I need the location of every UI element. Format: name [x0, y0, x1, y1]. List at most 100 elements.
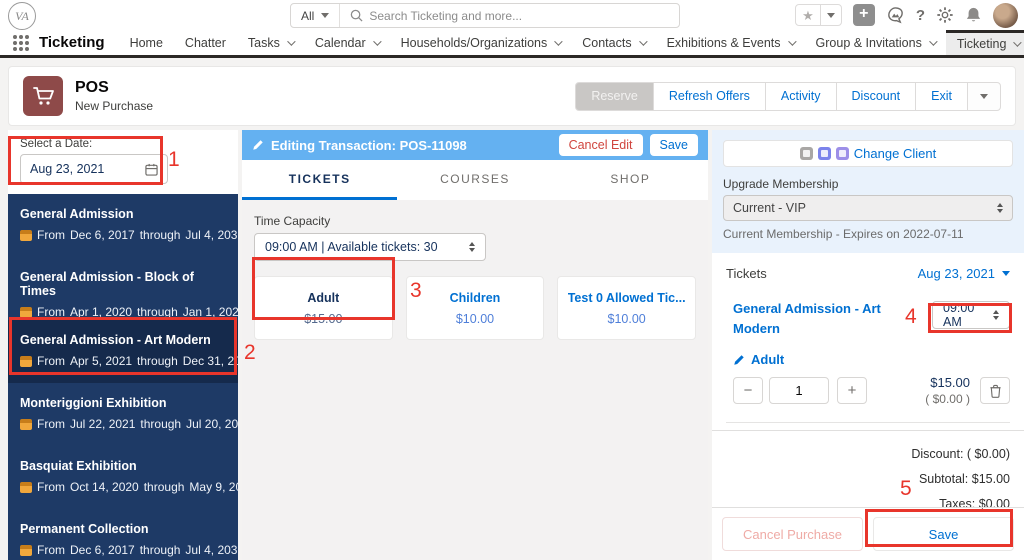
- discount-button[interactable]: Discount: [835, 81, 917, 111]
- membership-select[interactable]: Current - VIP: [723, 195, 1013, 221]
- activity-button[interactable]: Activity: [764, 81, 837, 111]
- event-list-item[interactable]: Basquiat Exhibition From Oct 14, 2020 thro…: [8, 446, 238, 509]
- time-select[interactable]: 09:00 AM: [932, 301, 1010, 329]
- favorites-button-group: ★: [795, 4, 842, 26]
- guidance-center-icon[interactable]: [886, 6, 905, 25]
- ticket-card-test[interactable]: Test 0 Allowed Tic... $10.00: [557, 276, 696, 340]
- page-subtitle: New Purchase: [75, 99, 154, 113]
- tab-tasks[interactable]: Tasks: [237, 30, 304, 55]
- calendar-emoji-icon: [20, 544, 32, 556]
- tab-calendar[interactable]: Calendar: [304, 30, 390, 55]
- cart-event-link[interactable]: General Admission - Art Modern: [733, 299, 898, 338]
- search-scope-value: All: [301, 8, 315, 23]
- stepper-icon: [997, 203, 1003, 213]
- event-list-item-selected[interactable]: General Admission - Art Modern From Apr 5…: [8, 320, 238, 383]
- time-capacity-select[interactable]: 09:00 AM | Available tickets: 30: [254, 233, 486, 261]
- save-transaction-button[interactable]: Save: [649, 134, 698, 156]
- chevron-down-icon: [554, 36, 563, 46]
- tab-contacts[interactable]: Contacts: [571, 30, 655, 55]
- save-purchase-button[interactable]: Save: [873, 517, 1014, 551]
- cancel-edit-button[interactable]: Cancel Edit: [558, 134, 643, 156]
- favorites-star-icon[interactable]: ★: [796, 5, 820, 25]
- logo-text: VA: [15, 8, 29, 23]
- cart-tickets-section: Tickets Aug 23, 2021 General Admission -…: [712, 253, 1024, 430]
- refresh-offers-button[interactable]: Refresh Offers: [652, 81, 766, 111]
- calendar-emoji-icon: [20, 355, 32, 367]
- event-list-item[interactable]: General Admission - Block of Times From A…: [8, 257, 238, 320]
- reserve-button[interactable]: Reserve: [575, 81, 654, 111]
- quantity-input[interactable]: [769, 377, 829, 404]
- pos-header: POS New Purchase Reserve Refresh Offers …: [8, 66, 1016, 126]
- setup-gear-icon[interactable]: [936, 6, 954, 24]
- pencil-icon: [252, 139, 264, 151]
- help-icon[interactable]: ?: [916, 7, 925, 24]
- date-input[interactable]: [30, 162, 145, 176]
- tab-shop[interactable]: SHOP: [553, 160, 708, 200]
- event-list-item[interactable]: Permanent Collection From Dec 6, 2017 thro…: [8, 509, 238, 560]
- edit-pencil-icon[interactable]: [733, 354, 745, 366]
- calendar-emoji-icon: [20, 418, 32, 430]
- chevron-down-icon: [1013, 38, 1023, 47]
- chevron-down-icon: [929, 36, 938, 46]
- date-picker[interactable]: [20, 154, 168, 184]
- event-list: General Admission From Dec 6, 2017 through…: [8, 194, 238, 560]
- user-avatar[interactable]: [993, 2, 1018, 28]
- tab-ticketing[interactable]: Ticketing: [945, 30, 1024, 55]
- search-input[interactable]: [369, 8, 679, 23]
- calendar-icon[interactable]: [145, 163, 158, 176]
- chevron-down-icon: [787, 36, 797, 46]
- cart-panel: Change Client Upgrade Membership Current…: [712, 130, 1024, 560]
- cart-date-dropdown[interactable]: Aug 23, 2021: [918, 266, 1010, 281]
- chevron-down-icon: [287, 36, 296, 46]
- date-picker-section: Select a Date:: [8, 130, 238, 194]
- search-scope-dropdown[interactable]: All: [291, 4, 341, 27]
- totals-section: Discount: ( $0.00) Subtotal: $15.00 Taxe…: [712, 430, 1024, 511]
- tab-courses[interactable]: COURSES: [397, 160, 552, 200]
- stepper-icon: [469, 242, 475, 252]
- time-capacity-label: Time Capacity: [254, 214, 331, 228]
- tab-chatter[interactable]: Chatter: [174, 30, 237, 55]
- membership-note: Current Membership - Expires on 2022-07-…: [723, 227, 964, 241]
- favorites-caret-icon[interactable]: [819, 5, 841, 25]
- tab-exhibitions-events[interactable]: Exhibitions & Events: [656, 30, 805, 55]
- tab-tickets[interactable]: TICKETS: [242, 160, 398, 200]
- event-list-item[interactable]: General Admission From Dec 6, 2017 through…: [8, 194, 238, 257]
- ticket-card-adult[interactable]: Adult $15.00: [254, 276, 393, 340]
- ticket-card-children[interactable]: Children $10.00: [405, 276, 545, 340]
- pos-action-buttons: Reserve Refresh Offers Activity Discount…: [575, 81, 1001, 111]
- discount-total: Discount: ( $0.00): [911, 447, 1010, 461]
- transaction-bar: Editing Transaction: POS-11098 Cancel Ed…: [242, 130, 708, 160]
- client-contact-icon: [799, 147, 813, 160]
- client-membership-icon: [835, 147, 849, 160]
- app-launcher-icon[interactable]: [13, 34, 29, 51]
- chevron-down-icon: [638, 36, 648, 46]
- tab-group-invitations[interactable]: Group & Invitations: [805, 30, 946, 55]
- nav-bar: Ticketing Home Chatter Tasks Calendar Ho…: [0, 30, 1024, 58]
- screen: VA All ★ + ?: [0, 0, 1024, 560]
- main-panel: Editing Transaction: POS-11098 Cancel Ed…: [242, 130, 708, 560]
- upgrade-membership-label: Upgrade Membership: [723, 177, 839, 191]
- line-item-name[interactable]: Adult: [751, 352, 784, 367]
- notifications-bell-icon[interactable]: [965, 6, 982, 24]
- subtotal: Subtotal: $15.00: [918, 472, 1010, 486]
- quantity-plus-button[interactable]: +: [837, 377, 867, 404]
- event-list-item[interactable]: Monteriggioni Exhibition From Jul 22, 202…: [8, 383, 238, 446]
- more-actions-dropdown[interactable]: [967, 81, 1001, 111]
- transaction-label: Editing Transaction: POS-11098: [271, 137, 467, 153]
- client-section: Change Client Upgrade Membership Current…: [712, 130, 1024, 253]
- exit-button[interactable]: Exit: [915, 81, 968, 111]
- quantity-minus-button[interactable]: −: [733, 377, 763, 404]
- page-title: POS: [75, 79, 109, 96]
- tickets-label: Tickets: [726, 266, 767, 281]
- stepper-icon: [993, 310, 999, 320]
- trash-icon: [989, 384, 1002, 398]
- tab-home[interactable]: Home: [119, 30, 174, 55]
- delete-line-item-button[interactable]: [980, 377, 1010, 404]
- company-logo[interactable]: VA: [8, 2, 36, 30]
- add-icon[interactable]: +: [852, 4, 875, 26]
- cancel-purchase-button[interactable]: Cancel Purchase: [722, 517, 863, 551]
- caret-down-icon: [321, 13, 330, 18]
- tab-households-organizations[interactable]: Households/Organizations: [390, 30, 572, 55]
- change-client-button[interactable]: Change Client: [723, 140, 1013, 167]
- app-name: Ticketing: [39, 34, 105, 51]
